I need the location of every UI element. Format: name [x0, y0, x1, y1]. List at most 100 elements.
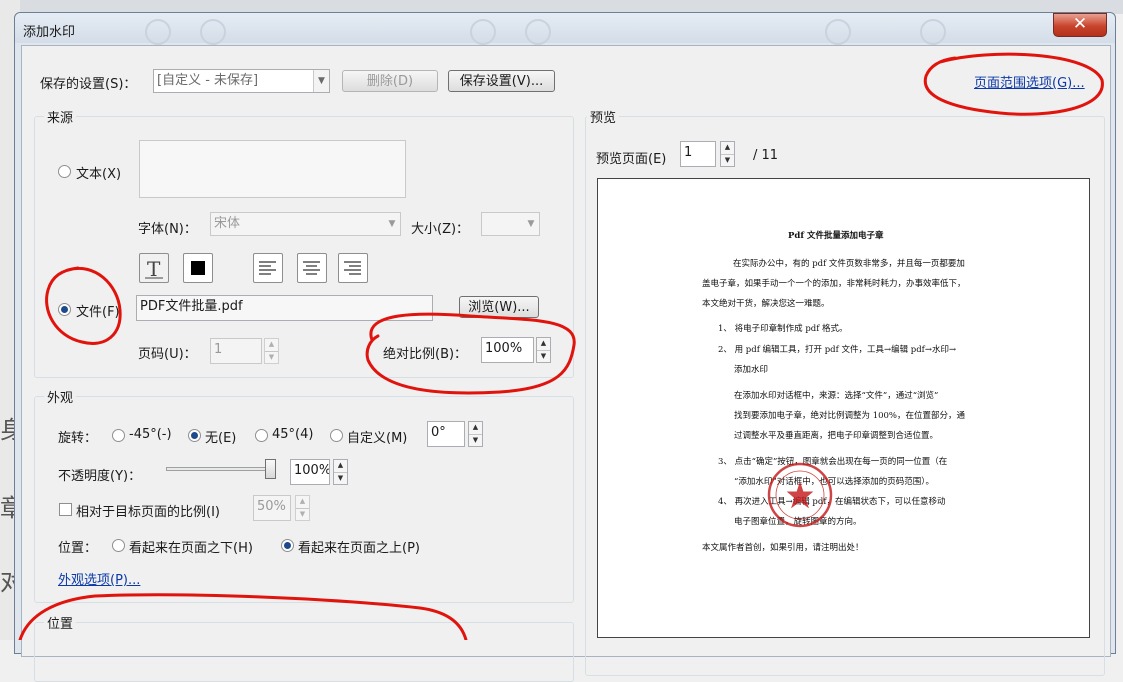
page-number-label: 页码(U)：: [138, 347, 197, 362]
preview-page-total: / 11: [753, 148, 779, 163]
opacity-label: 不透明度(Y)：: [58, 469, 142, 484]
preview-doc-line: 过调整水平及垂直距离，把电子印章调整到合适位置。: [734, 431, 939, 441]
watermark-dialog: 添加水印 ✕ 保存的设置(S)： [自定义 - 未保存] ▼ 删除(D) 保存设…: [14, 12, 1116, 682]
above-page-radio[interactable]: [281, 539, 294, 552]
size-dropdown[interactable]: ▼: [481, 212, 540, 236]
appearance-group-title: 外观: [44, 387, 77, 406]
red-stamp-icon: [767, 462, 833, 528]
page-number-spinner[interactable]: ▲ ▼: [264, 338, 279, 364]
save-settings-button[interactable]: 保存设置(V)...: [448, 70, 555, 92]
preview-page-label: 预览页面(E): [596, 152, 667, 167]
rotation-none-radio[interactable]: [188, 429, 201, 442]
align-center-button[interactable]: [297, 253, 327, 283]
rotation-option-label[interactable]: 无(E): [205, 427, 236, 446]
align-right-button[interactable]: [338, 253, 368, 283]
preview-page-spinner[interactable]: ▲ ▼: [720, 141, 735, 167]
spin-up-icon: ▲: [472, 423, 479, 431]
font-dropdown[interactable]: 宋体 ▼: [210, 212, 401, 236]
text-t-icon: T: [145, 257, 163, 281]
align-center-icon: [303, 261, 320, 275]
saved-settings-dropdown[interactable]: [自定义 - 未保存] ▼: [153, 69, 330, 93]
opacity-slider-thumb[interactable]: [265, 459, 276, 479]
dialog-body: 保存的设置(S)： [自定义 - 未保存] ▼ 删除(D) 保存设置(V)...…: [21, 45, 1111, 682]
ghost-toolbar-icon: [145, 19, 171, 45]
saved-settings-value: [自定义 - 未保存]: [157, 73, 259, 88]
rotation-custom-radio[interactable]: [330, 429, 343, 442]
chevron-down-icon: ▼: [527, 219, 535, 229]
spin-down-icon: ▼: [469, 434, 482, 447]
svg-text:T: T: [147, 257, 161, 281]
preview-doc-line: 找到要添加电子章，绝对比例调整为 100%，在位置部分，通: [734, 411, 966, 421]
rotation-spinner[interactable]: ▲ ▼: [468, 421, 483, 447]
opacity-slider-track[interactable]: [166, 467, 271, 471]
ghost-toolbar-icon: [920, 19, 946, 45]
spin-up-icon: ▲: [299, 497, 306, 505]
rotation-option-label[interactable]: -45°(-): [129, 427, 172, 442]
browse-button[interactable]: 浏览(W)...: [459, 296, 539, 318]
spin-down-icon: ▼: [721, 154, 734, 167]
preview-doc-line: 在实际办公中，有的 pdf 文件页数非常多，并且每一页都要加: [733, 259, 965, 269]
preview-doc-line: 2、 用 pdf 编辑工具，打开 pdf 文件，工具→编辑 pdf→水印→: [718, 345, 957, 355]
ghost-toolbar-icon: [200, 19, 226, 45]
spin-down-icon: ▼: [334, 472, 347, 485]
absolute-scale-spinner[interactable]: ▲ ▼: [536, 337, 551, 363]
chevron-down-icon: ▼: [388, 219, 396, 229]
text-style-button[interactable]: T: [139, 253, 169, 283]
delete-button[interactable]: 删除(D): [342, 70, 438, 92]
page-range-options-link[interactable]: 页面范围选项(G)...: [974, 72, 1085, 91]
absolute-scale-input[interactable]: 100%: [481, 337, 534, 363]
page-number-input[interactable]: 1: [210, 338, 262, 364]
file-radio-label[interactable]: 文件(F): [76, 301, 120, 320]
preview-page: Pdf 文件批量添加电子章 在实际办公中，有的 pdf 文件页数非常多，并且每一…: [597, 178, 1090, 638]
align-right-icon: [344, 261, 361, 275]
above-page-label[interactable]: 看起来在页面之上(P): [298, 537, 420, 556]
saved-settings-label: 保存的设置(S)：: [40, 77, 137, 92]
layer-position-label: 位置：: [58, 541, 98, 556]
spin-up-icon: ▲: [724, 143, 731, 151]
preview-doc-line: 本文属作者首创，如果引用，请注明出处！: [702, 543, 864, 553]
preview-doc-line: 在添加水印对话框中，来源：选择“文件”，通过“浏览”: [734, 391, 939, 401]
relative-scale-checkbox[interactable]: [59, 503, 72, 516]
spin-down-icon: ▼: [537, 350, 550, 363]
absolute-scale-label: 绝对比例(B)：: [383, 347, 468, 362]
preview-doc-line: 添加水印: [734, 365, 769, 375]
align-left-button[interactable]: [253, 253, 283, 283]
spin-up-icon: ▲: [540, 339, 547, 347]
behind-page-label[interactable]: 看起来在页面之下(H): [129, 537, 253, 556]
spin-up-icon: ▲: [268, 340, 275, 348]
color-swatch-icon: [191, 261, 205, 275]
font-value: 宋体: [214, 216, 241, 231]
preview-page-input[interactable]: 1: [680, 141, 716, 167]
spin-down-icon: ▼: [265, 351, 278, 364]
rotation-option-label[interactable]: 自定义(M): [347, 427, 407, 446]
font-label: 字体(N)：: [138, 222, 197, 237]
preview-doc-line: 1、 将电子印章制作成 pdf 格式。: [718, 324, 848, 334]
relative-scale-spinner[interactable]: ▲ ▼: [295, 495, 310, 521]
relative-scale-input[interactable]: 50%: [253, 495, 291, 521]
rotation-minus45-radio[interactable]: [112, 429, 125, 442]
ghost-toolbar-icon: [470, 19, 496, 45]
rotation-label: 旋转：: [58, 431, 98, 446]
rotation-option-label[interactable]: 45°(4): [272, 427, 313, 442]
watermark-text-input[interactable]: [139, 140, 406, 198]
opacity-input[interactable]: 100%: [290, 459, 330, 485]
opacity-spinner[interactable]: ▲ ▼: [333, 459, 348, 485]
title-bar[interactable]: 添加水印 ✕: [15, 13, 1115, 45]
align-left-icon: [259, 261, 276, 275]
file-path-field[interactable]: PDF文件批量.pdf: [136, 295, 433, 321]
appearance-options-link[interactable]: 外观选项(P)...: [58, 569, 140, 588]
rotation-custom-input[interactable]: 0°: [427, 421, 465, 447]
preview-group-title: 预览: [587, 107, 620, 126]
rotation-45-radio[interactable]: [255, 429, 268, 442]
relative-scale-label[interactable]: 相对于目标页面的比例(I): [76, 501, 220, 520]
text-radio-label[interactable]: 文本(X): [76, 163, 121, 182]
text-radio[interactable]: [58, 165, 71, 178]
dialog-title: 添加水印: [23, 25, 76, 40]
behind-page-radio[interactable]: [112, 539, 125, 552]
text-color-button[interactable]: [183, 253, 213, 283]
position-group-title: 位置: [44, 613, 77, 632]
file-radio[interactable]: [58, 303, 71, 316]
close-button[interactable]: ✕: [1053, 13, 1107, 37]
chevron-down-icon: ▼: [313, 70, 329, 92]
source-group-title: 来源: [44, 107, 77, 126]
